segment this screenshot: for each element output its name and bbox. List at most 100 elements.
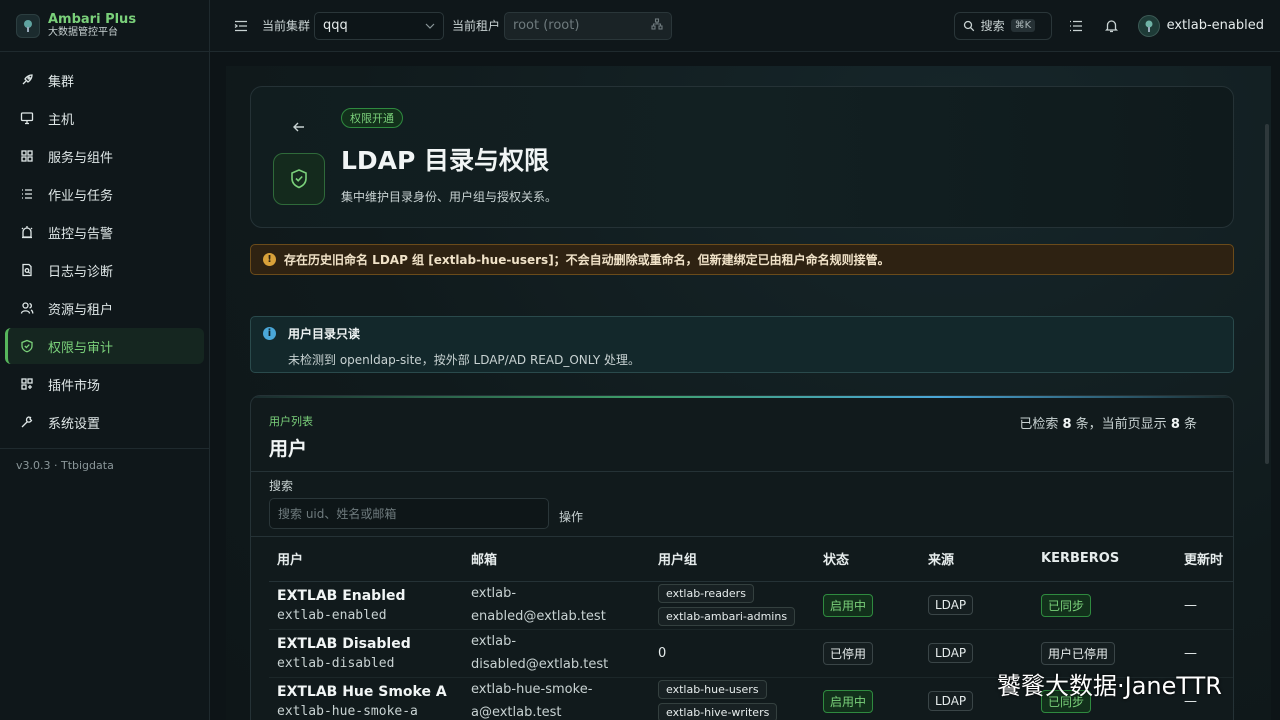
info-title: 用户目录只读 (288, 327, 361, 341)
page-hero: 权限开通 LDAP 目录与权限 集中维护目录身份、用户组与授权关系。 (250, 86, 1234, 228)
sidebar-item-monitoring[interactable]: 监控与告警 (5, 214, 204, 250)
group-chip[interactable]: extlab-hive-writers (658, 703, 778, 720)
sidebar-item-label: 服务与组件 (48, 150, 114, 166)
source-badge: LDAP (928, 643, 974, 663)
status-badge: 启用中 (823, 689, 874, 713)
brand-title: Ambari Plus (48, 11, 137, 27)
email-line: extlab-hue-smoke- (471, 682, 593, 697)
search-icon (963, 20, 975, 32)
shield-icon (20, 339, 34, 353)
count-shown: 8 (1170, 417, 1180, 432)
group-chip[interactable]: extlab-ambari-admins (658, 607, 796, 626)
email-line: extlab- (471, 586, 517, 601)
username[interactable]: extlab-enabled (1167, 18, 1264, 33)
card-divider (251, 471, 1233, 472)
user-uid: extlab-hue-smoke-a (277, 703, 418, 719)
sidebar-item-label: 集群 (48, 74, 75, 90)
column-header-user[interactable]: 用户 (269, 537, 463, 582)
info-description: 未检测到 openldap-site，按外部 LDAP/AD READ_ONLY… (288, 353, 640, 367)
sidebar-item-jobs[interactable]: 作业与任务 (5, 176, 204, 212)
column-header-source[interactable]: 来源 (920, 537, 1033, 582)
tenant-label: 当前租户 (452, 19, 501, 33)
bell-icon[interactable] (1102, 16, 1122, 36)
watermark-text: 饕餮大数据·JaneTTR (997, 672, 1222, 700)
warning-alert: ! 存在历史旧命名 LDAP 组 [extlab-hue-users]；不会自动… (250, 244, 1234, 275)
main-scrollbar[interactable] (1265, 124, 1269, 464)
logo-icon (16, 13, 40, 38)
sidebar-item-permissions[interactable]: 权限与审计 (5, 328, 204, 364)
menu-toggle-icon[interactable] (232, 17, 250, 35)
user-name: EXTLAB Disabled (277, 635, 411, 652)
count-mid: 条，当前页显示 (1071, 417, 1171, 432)
source-badge: LDAP (928, 691, 974, 711)
sidebar-item-logs[interactable]: 日志与诊断 (5, 252, 204, 288)
back-arrow-icon[interactable] (291, 119, 307, 135)
group-chip[interactable]: extlab-hue-users (658, 680, 767, 699)
user-email: extlab-hue-smoke-a@extlab.test (471, 678, 621, 720)
shield-check-icon (273, 153, 325, 205)
sidebar-item-hosts[interactable]: 主机 (5, 100, 204, 136)
user-uid: extlab-enabled (277, 607, 387, 623)
user-name: EXTLAB Enabled (277, 587, 406, 604)
users-icon (20, 301, 34, 315)
search-field-label: 搜索 (269, 479, 294, 493)
warning-text: 存在历史旧命名 LDAP 组 [extlab-hue-users]；不会自动删除… (284, 253, 890, 267)
result-count: 已检索 8 条，当前页显示 8 条 (1019, 413, 1197, 432)
sidebar-item-label: 作业与任务 (48, 188, 114, 204)
sidebar-item-settings[interactable]: 系统设置 (5, 404, 204, 440)
cluster-select[interactable]: qqq (314, 11, 445, 40)
main-content: 权限开通 LDAP 目录与权限 集中维护目录身份、用户组与授权关系。 ! 存在历… (226, 66, 1271, 720)
sidebar-item-label: 资源与租户 (48, 302, 114, 318)
page-description: 集中维护目录身份、用户组与授权关系。 (341, 190, 558, 204)
column-header-groups[interactable]: 用户组 (650, 537, 815, 582)
puzzle-icon (20, 377, 34, 391)
task-list-icon[interactable] (1066, 16, 1086, 36)
user-search-input[interactable] (269, 498, 549, 529)
user-name: EXTLAB Hue Smoke A (277, 683, 447, 700)
brand[interactable]: Ambari Plus 大数据管控平台 (0, 0, 209, 52)
version-label: v3.0.3 · Ttbigdata (16, 459, 114, 472)
user-email: extlab-enabled@extlab.test (471, 582, 621, 628)
sidebar-item-clusters[interactable]: 集群 (5, 62, 204, 98)
global-search-button[interactable]: 搜索 ⌘K (953, 11, 1052, 40)
cluster-label: 当前集群 (262, 19, 311, 33)
column-header-updated[interactable]: 更新时 (1176, 537, 1233, 582)
sidebar-item-label: 插件市场 (48, 378, 101, 394)
sidebar-item-label: 主机 (48, 112, 75, 128)
cluster-value: qqq (323, 18, 348, 33)
group-count: 0 (650, 629, 815, 678)
sidebar-item-label: 系统设置 (48, 416, 101, 432)
warning-icon: ! (263, 253, 276, 266)
table-header-row: 用户 邮箱 用户组 状态 来源 KERBEROS 更新时 (269, 537, 1233, 582)
top-header: 当前集群 qqq 当前租户 root (root) 搜索 ⌘K extlab-e… (210, 0, 1280, 52)
sidebar-nav: 集群 主机 服务与组件 作业与任务 监控与告警 日志与诊断 资源与租户 权限与审… (0, 52, 209, 440)
group-chip[interactable]: extlab-readers (658, 584, 754, 603)
wrench-icon (20, 415, 34, 429)
column-header-status[interactable]: 状态 (815, 537, 920, 582)
brand-subtitle: 大数据管控平台 (48, 26, 118, 38)
count-total: 8 (1062, 417, 1072, 432)
email-line: a@extlab.test (471, 705, 562, 720)
column-header-kerberos[interactable]: KERBEROS (1033, 537, 1176, 582)
sidebar-item-services[interactable]: 服务与组件 (5, 138, 204, 174)
user-uid: extlab-disabled (277, 655, 395, 671)
list-icon (20, 187, 34, 201)
shortcut-badge: ⌘K (1010, 19, 1036, 32)
column-header-email[interactable]: 邮箱 (463, 537, 650, 582)
sidebar-item-label: 监控与告警 (48, 226, 114, 242)
sidebar-item-plugins[interactable]: 插件市场 (5, 366, 204, 402)
info-alert: i 用户目录只读 未检测到 openldap-site，按外部 LDAP/AD … (250, 316, 1234, 373)
sidebar-item-label: 权限与审计 (48, 340, 114, 356)
sidebar-item-resources[interactable]: 资源与租户 (5, 290, 204, 326)
tenant-value: root (root) (513, 18, 580, 33)
avatar[interactable] (1137, 14, 1160, 37)
file-search-icon (20, 263, 34, 277)
org-tree-icon (651, 17, 663, 34)
card-kicker: 用户列表 (269, 415, 313, 428)
kerberos-badge: 已同步 (1041, 593, 1092, 617)
header-actions: 搜索 ⌘K extlab-enabled (953, 11, 1264, 40)
status-badge: 已停用 (823, 641, 874, 665)
monitor-icon (20, 111, 34, 125)
table-row[interactable]: EXTLAB Enabled extlab-enabled extlab-enab… (269, 581, 1233, 630)
user-email: extlab-disabled@extlab.test (471, 630, 621, 676)
